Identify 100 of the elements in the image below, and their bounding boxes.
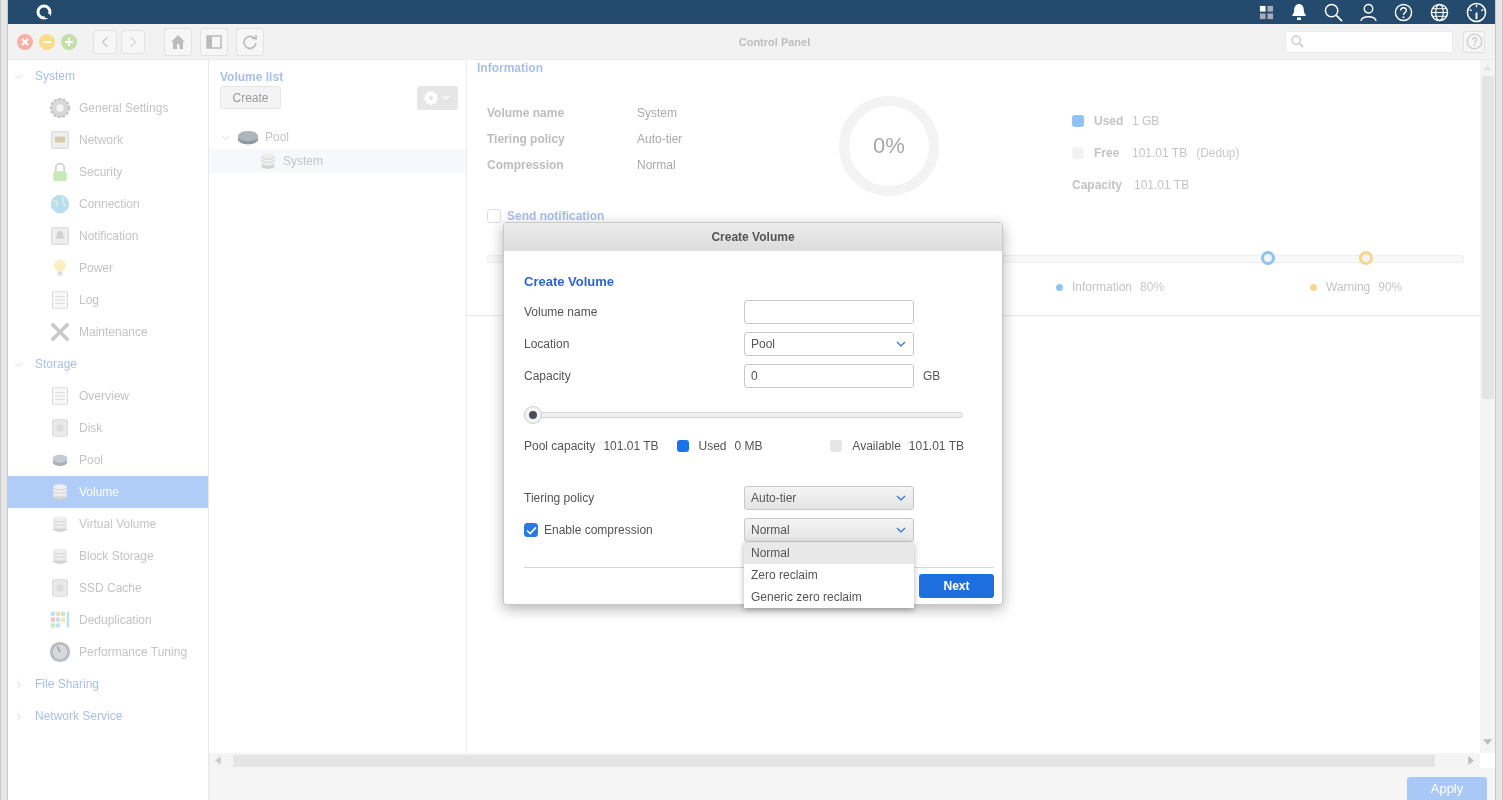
- sidebar-item[interactable]: Network: [8, 124, 208, 156]
- sidebar-item[interactable]: Performance Tuning: [8, 636, 208, 668]
- sidebar-item[interactable]: Deduplication: [8, 604, 208, 636]
- dropdown[interactable]: Auto-tier: [744, 486, 914, 510]
- tools-icon: [49, 321, 71, 343]
- capacity-slider[interactable]: [524, 406, 963, 424]
- sidebar-toggle-button[interactable]: [200, 27, 228, 56]
- sidebar-group[interactable]: Storage: [8, 348, 208, 380]
- legend-label: Information: [1072, 280, 1133, 294]
- sidebar-item[interactable]: General Settings: [8, 92, 208, 124]
- sidebar-item[interactable]: Volume: [8, 476, 208, 508]
- sidebar-item[interactable]: Block Storage: [8, 540, 208, 572]
- maximize-icon[interactable]: [61, 33, 77, 50]
- home-button[interactable]: [164, 27, 192, 56]
- slider-handle[interactable]: [1358, 251, 1373, 265]
- search-icon[interactable]: [1324, 2, 1343, 22]
- dropdown[interactable]: Normal: [744, 518, 914, 542]
- sidebar-group[interactable]: Network Service: [8, 700, 208, 732]
- chevron-icon: [14, 71, 23, 81]
- database-icon: [51, 545, 69, 567]
- gear-icon: [49, 97, 71, 119]
- legend-value: 101.01 TB: [1132, 146, 1188, 160]
- scroll-right-icon[interactable]: [1468, 756, 1474, 765]
- field-label: Volume name: [524, 305, 599, 319]
- close-icon[interactable]: [17, 33, 33, 50]
- panel-title: Volume list: [220, 70, 285, 84]
- slider-thumb[interactable]: [525, 407, 541, 423]
- scrollbar-thumb[interactable]: [1481, 76, 1494, 399]
- next-button[interactable]: Next: [919, 574, 994, 598]
- field-value: Normal: [637, 158, 676, 172]
- dropdown-option[interactable]: Generic zero reclaim: [744, 586, 914, 608]
- home-icon: [170, 33, 186, 50]
- back-button[interactable]: [93, 29, 117, 54]
- hard-drive-icon: [51, 577, 69, 599]
- gauge-icon[interactable]: [1466, 1, 1487, 23]
- sidebar-item[interactable]: Disk: [8, 412, 208, 444]
- refresh-button[interactable]: [236, 27, 264, 56]
- slider-handle[interactable]: [1261, 251, 1275, 265]
- sidebar-item[interactable]: Maintenance: [8, 316, 208, 348]
- create-button[interactable]: Create: [220, 86, 281, 109]
- field-label: Location: [524, 337, 571, 351]
- chevron-icon: [14, 359, 23, 369]
- sidebar-group[interactable]: System: [8, 60, 208, 92]
- checkbox-label[interactable]: Send notification: [507, 209, 605, 223]
- apply-button[interactable]: Apply: [1407, 777, 1487, 800]
- help-icon: [1465, 33, 1483, 50]
- bell-icon[interactable]: [1291, 3, 1307, 21]
- search-icon: [1291, 35, 1304, 48]
- sidebar-item[interactable]: Notification: [8, 220, 208, 252]
- forward-button[interactable]: [121, 29, 145, 54]
- legend-value: 101.01 TB: [908, 439, 964, 453]
- checkbox[interactable]: [524, 523, 538, 537]
- globe-icon: [49, 193, 71, 215]
- chevron-left-icon: [101, 35, 109, 48]
- sidebar-item[interactable]: Security: [8, 156, 208, 188]
- logo-icon[interactable]: [36, 4, 52, 20]
- legend-label: Available: [852, 439, 901, 453]
- search-field[interactable]: [1285, 30, 1453, 53]
- checkbox-label[interactable]: Enable compression: [544, 523, 653, 537]
- database-icon: [51, 481, 69, 503]
- chevron-down-icon: [896, 495, 906, 501]
- sidebar-item[interactable]: Log: [8, 284, 208, 316]
- network-port-icon: [50, 130, 70, 150]
- lock-icon: [50, 161, 70, 183]
- tree-item[interactable]: System: [209, 149, 466, 173]
- section-title: Information: [477, 60, 544, 76]
- minimize-icon[interactable]: [39, 33, 55, 50]
- scroll-down-icon[interactable]: [1483, 739, 1492, 745]
- sidebar-item[interactable]: Power: [8, 252, 208, 284]
- settings-button[interactable]: [417, 86, 458, 110]
- globe-icon[interactable]: [1430, 2, 1449, 22]
- legend-value: 1 GB: [1132, 114, 1160, 128]
- dropdown[interactable]: Pool: [744, 332, 914, 356]
- grid-icon[interactable]: [1259, 4, 1274, 20]
- input-field[interactable]: 0: [744, 364, 914, 388]
- help-button[interactable]: [1463, 30, 1485, 53]
- sidebar-item[interactable]: Pool: [8, 444, 208, 476]
- field-value: Auto-tier: [637, 132, 683, 146]
- legend-label: Warning: [1326, 280, 1371, 294]
- scroll-left-icon[interactable]: [215, 756, 221, 765]
- sidebar-item[interactable]: Connection: [8, 188, 208, 220]
- input-field[interactable]: [744, 300, 914, 324]
- gauge-icon: [49, 641, 71, 663]
- database-icon: [51, 513, 69, 535]
- sidebar-item[interactable]: Virtual Volume: [8, 508, 208, 540]
- tree-item[interactable]: Pool: [209, 125, 466, 149]
- legend-value: 0 MB: [734, 439, 763, 453]
- grid-icon: [49, 610, 71, 630]
- field-label: Capacity: [524, 369, 572, 383]
- user-icon[interactable]: [1360, 2, 1377, 22]
- sidebar-item[interactable]: SSD Cache: [8, 572, 208, 604]
- sidebar-group[interactable]: File Sharing: [8, 668, 208, 700]
- help-icon[interactable]: [1394, 2, 1413, 22]
- dropdown-option[interactable]: Zero reclaim: [744, 564, 914, 586]
- document-icon: [50, 385, 70, 407]
- scrollbar-thumb[interactable]: [233, 754, 1435, 767]
- sidebar-item[interactable]: Overview: [8, 380, 208, 412]
- pool-icon: [237, 129, 259, 145]
- usage-ring: 0%: [839, 96, 939, 196]
- dropdown-option[interactable]: Normal: [744, 542, 914, 564]
